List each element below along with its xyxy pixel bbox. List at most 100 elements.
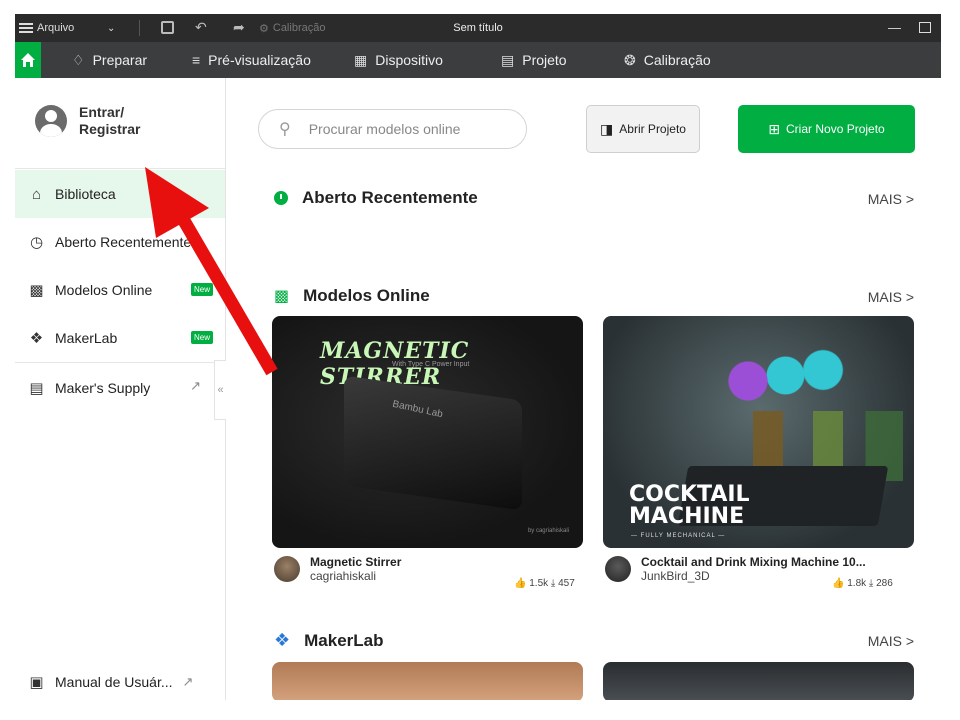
external-link-icon: ↗ bbox=[190, 378, 201, 393]
model-image-subtitle: With Type C Power Input bbox=[392, 361, 470, 368]
makerlab-more-link[interactable]: MAIS > bbox=[868, 633, 914, 649]
sidebar-item-makerlab[interactable]: ❖ MakerLab New bbox=[15, 314, 225, 362]
sidebar-item-label: Maker's Supply bbox=[55, 380, 151, 396]
model-meta: Cocktail and Drink Mixing Machine 10... … bbox=[605, 555, 866, 583]
new-project-icon: ⊞ bbox=[768, 120, 781, 137]
model-card-image[interactable]: MAGNETIC STIRRER With Type C Power Input… bbox=[272, 316, 583, 548]
recent-clock-icon bbox=[274, 191, 288, 205]
new-project-button[interactable]: ⊞ Criar Novo Projeto bbox=[738, 105, 915, 153]
model-image-title: COCKTAIL MACHINE bbox=[629, 482, 750, 529]
new-project-label: Criar Novo Projeto bbox=[786, 122, 885, 136]
open-project-button[interactable]: ◨ Abrir Projeto bbox=[586, 105, 700, 153]
sidebar-item-biblioteca[interactable]: ⌂ Biblioteca bbox=[15, 170, 225, 218]
section-recent-header: Aberto Recentemente bbox=[274, 188, 478, 208]
open-project-label: Abrir Projeto bbox=[619, 122, 686, 136]
avatar-icon bbox=[35, 105, 67, 137]
section-recent-title: Aberto Recentemente bbox=[302, 188, 478, 207]
makerlab-card-image[interactable] bbox=[272, 662, 583, 700]
book-icon: ▣ bbox=[29, 674, 44, 691]
model-title[interactable]: Magnetic Stirrer bbox=[310, 555, 401, 569]
section-makerlab-title: MakerLab bbox=[304, 630, 384, 650]
model-image-byline: by cagriahiskali bbox=[527, 528, 569, 534]
calibration-icon: ❂ bbox=[624, 51, 636, 68]
tab-dispositivo-label: Dispositivo bbox=[375, 52, 443, 68]
home-outline-icon: ⌂ bbox=[31, 185, 42, 203]
double-chevron-left-icon: « bbox=[217, 384, 224, 396]
tab-projeto[interactable]: ▤ Projeto bbox=[501, 42, 567, 78]
tab-preparar-label: Preparar bbox=[92, 52, 148, 68]
sidebar-item-label: Aberto Recentemente bbox=[55, 234, 192, 250]
makerlab-icon: ❖ bbox=[29, 330, 44, 347]
tab-projeto-label: Projeto bbox=[522, 52, 567, 68]
download-icon: ⤓ bbox=[550, 578, 556, 589]
model-card-image[interactable]: COCKTAIL MACHINE — FULLY MECHANICAL — bbox=[603, 316, 914, 548]
model-meta: Magnetic Stirrer cagriahiskali bbox=[274, 555, 401, 583]
tab-pre-visualizacao-label: Pré-visualização bbox=[208, 52, 311, 68]
main-nav: ♢ Preparar ≡ Pré-visualização ▦ Disposit… bbox=[15, 42, 941, 78]
sidebar-item-makers-supply[interactable]: ▤ Maker's Supply ↗ bbox=[15, 364, 225, 412]
sidebar-item-label: Biblioteca bbox=[55, 186, 116, 202]
device-icon: ▦ bbox=[354, 51, 368, 68]
library-content: ⚲ Procurar modelos online ◨ Abrir Projet… bbox=[227, 78, 941, 700]
model-author[interactable]: cagriahiskali bbox=[310, 569, 401, 583]
sidebar-item-label: MakerLab bbox=[55, 330, 118, 346]
avatar bbox=[605, 556, 631, 582]
online-more-link[interactable]: MAIS > bbox=[868, 289, 914, 305]
model-stats: 👍 1.8k ⤓ 286 bbox=[832, 578, 893, 589]
app-window: Arquivo ⌄ ↶ ➦ ⚙ Calibração Sem título — … bbox=[0, 0, 960, 720]
model-image-subtitle: — FULLY MECHANICAL — bbox=[631, 533, 726, 539]
download-icon: ⤓ bbox=[868, 578, 874, 589]
download-count: 457 bbox=[558, 578, 575, 589]
download-count: 286 bbox=[876, 578, 893, 589]
home-icon bbox=[21, 53, 35, 67]
clock-icon: ◷ bbox=[29, 234, 44, 251]
bag-icon: ▤ bbox=[29, 380, 44, 397]
tab-calibracao[interactable]: ❂ Calibração bbox=[624, 42, 711, 78]
sidebar-item-modelos-online[interactable]: ▩ Modelos Online New bbox=[15, 266, 225, 314]
prepare-icon: ♢ bbox=[72, 51, 85, 68]
open-project-icon: ◨ bbox=[600, 120, 614, 137]
user-manual-link[interactable]: ▣ Manual de Usuár... ↗ bbox=[15, 662, 225, 702]
section-online-header: ▩ Modelos Online bbox=[274, 286, 430, 306]
sidebar-divider bbox=[15, 362, 225, 363]
window-title: Sem título bbox=[453, 22, 503, 34]
layers-icon: ≡ bbox=[192, 52, 201, 68]
new-badge: New bbox=[190, 283, 213, 296]
like-count: 1.8k bbox=[847, 578, 867, 589]
makerlab-card-image[interactable] bbox=[603, 662, 914, 700]
login-button[interactable]: Entrar/ Registrar bbox=[35, 104, 159, 138]
title-bar: Arquivo ⌄ ↶ ➦ ⚙ Calibração Sem título — bbox=[15, 14, 941, 42]
section-online-title: Modelos Online bbox=[303, 286, 430, 305]
new-badge: New bbox=[190, 331, 213, 344]
like-icon: 👍 bbox=[832, 578, 845, 589]
section-makerlab-header: ❖ MakerLab bbox=[274, 630, 384, 651]
maximize-icon[interactable] bbox=[919, 22, 931, 33]
avatar bbox=[274, 556, 300, 582]
like-icon: 👍 bbox=[514, 578, 527, 589]
model-title[interactable]: Cocktail and Drink Mixing Machine 10... bbox=[641, 555, 866, 569]
login-label: Entrar/ Registrar bbox=[79, 104, 141, 137]
search-placeholder: Procurar modelos online bbox=[308, 121, 461, 137]
search-icon: ⚲ bbox=[279, 121, 291, 138]
sidebar: Entrar/ Registrar ⌂ Biblioteca ◷ Aberto … bbox=[15, 78, 226, 700]
tab-pre-visualizacao[interactable]: ≡ Pré-visualização bbox=[192, 42, 311, 78]
models-icon: ▩ bbox=[274, 288, 290, 305]
tab-calibracao-label: Calibração bbox=[643, 52, 711, 68]
user-manual-label: Manual de Usuár... bbox=[55, 674, 173, 690]
sidebar-item-label: Modelos Online bbox=[55, 282, 153, 298]
sidebar-item-aberto-recentemente[interactable]: ◷ Aberto Recentemente bbox=[15, 218, 225, 266]
minimize-icon[interactable]: — bbox=[888, 20, 901, 35]
tab-preparar[interactable]: ♢ Preparar bbox=[72, 42, 147, 78]
home-button[interactable] bbox=[15, 42, 41, 78]
recent-more-link[interactable]: MAIS > bbox=[868, 191, 914, 207]
external-link-icon: ↗ bbox=[182, 674, 194, 689]
tab-dispositivo[interactable]: ▦ Dispositivo bbox=[354, 42, 443, 78]
sidebar-divider bbox=[15, 168, 225, 169]
search-input[interactable]: ⚲ Procurar modelos online bbox=[258, 109, 527, 149]
stirrer-device-render bbox=[344, 375, 522, 511]
model-stats: 👍 1.5k ⤓ 457 bbox=[514, 578, 575, 589]
project-icon: ▤ bbox=[501, 51, 515, 68]
makerlab-icon: ❖ bbox=[274, 630, 291, 650]
collapse-sidebar-button[interactable]: « bbox=[214, 360, 226, 420]
like-count: 1.5k bbox=[529, 578, 549, 589]
